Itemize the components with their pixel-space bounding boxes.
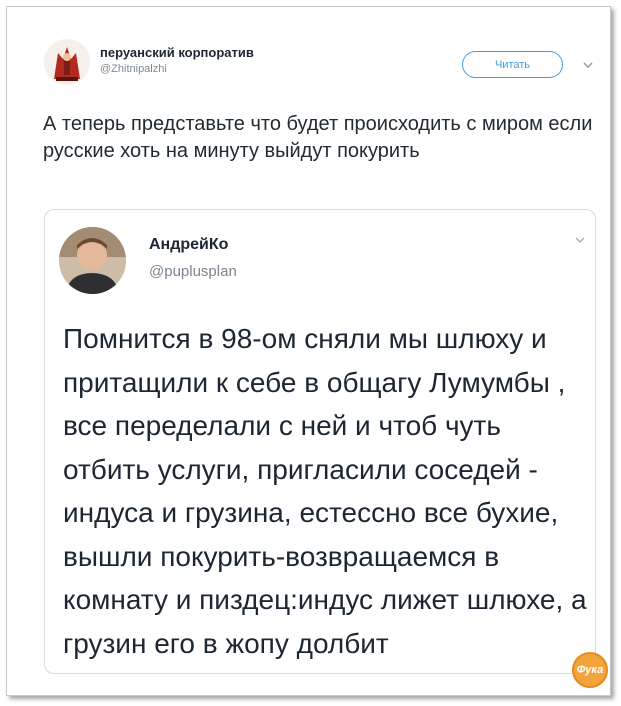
watermark-logo: Фука <box>572 652 608 688</box>
chevron-down-icon[interactable] <box>574 234 586 246</box>
tweet-card: перуанский корпоратив @Zhitnipalzhi Чита… <box>6 6 611 696</box>
tweet-text: А теперь представьте что будет происходи… <box>43 113 593 162</box>
author-handle[interactable]: @Zhitnipalzhi <box>100 63 167 75</box>
quoted-author-name[interactable]: АндрейКо <box>149 236 228 254</box>
quoted-tweet[interactable]: АндрейКо @puplusplan Помнится в 98-ом сн… <box>44 209 596 674</box>
chevron-down-icon[interactable] <box>582 59 594 71</box>
avatar-icon <box>59 227 126 294</box>
quoted-author-avatar[interactable] <box>59 227 126 294</box>
avatar-icon <box>44 39 90 85</box>
quoted-tweet-text: Помнится в 98-ом сняли мы шлюху и притащ… <box>63 323 587 659</box>
author-name[interactable]: перуанский корпоратив <box>100 45 254 60</box>
quoted-author-handle[interactable]: @puplusplan <box>149 263 237 280</box>
author-avatar[interactable] <box>44 39 90 85</box>
follow-button[interactable]: Читать <box>462 51 563 78</box>
